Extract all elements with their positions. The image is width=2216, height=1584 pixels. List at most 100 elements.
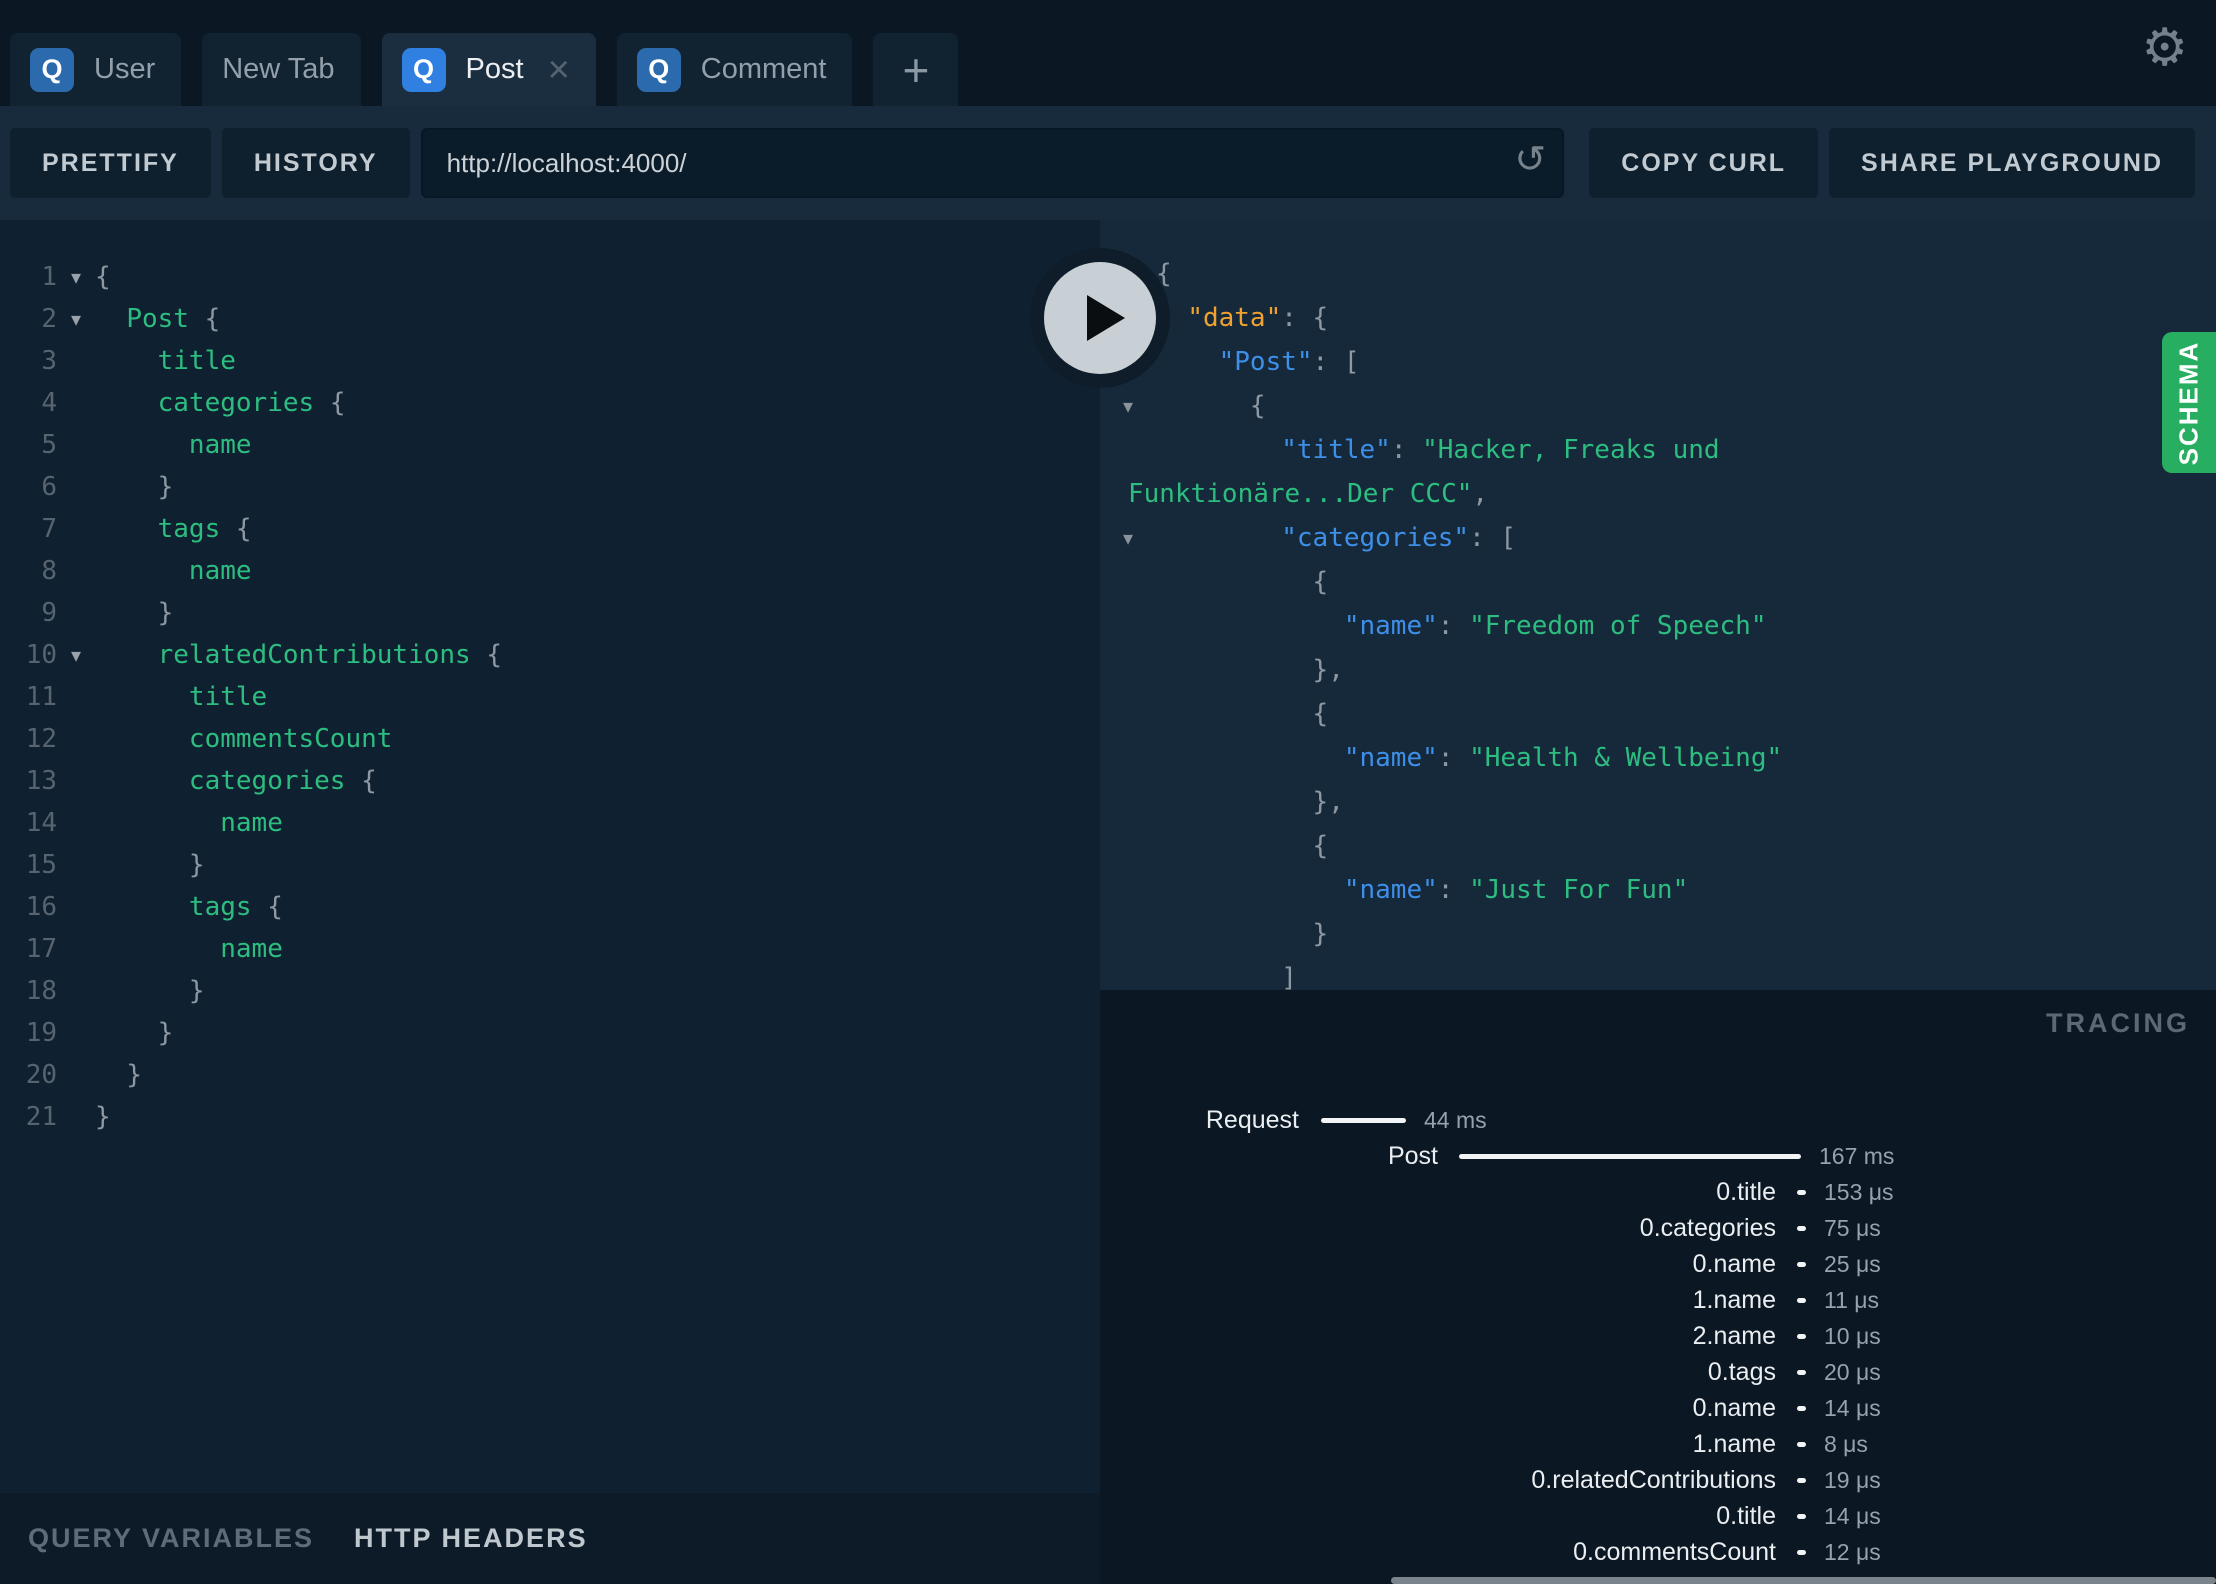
tracing-bar bbox=[1797, 1477, 1806, 1483]
code-text: name bbox=[188, 430, 252, 460]
editor-line: 14 name bbox=[0, 802, 1100, 844]
tracing-label: 0.name bbox=[1692, 1393, 1776, 1422]
code-text: Post { bbox=[126, 304, 221, 334]
endpoint-url-input[interactable] bbox=[420, 128, 1565, 198]
code-text: relatedContributions { bbox=[157, 640, 503, 670]
query-badge-icon: Q bbox=[636, 47, 681, 92]
line-number: 16 bbox=[25, 892, 57, 922]
schema-side-tab[interactable]: SCHEMA bbox=[2162, 332, 2216, 473]
editor-footer: QUERY VARIABLES HTTP HEADERS bbox=[0, 1493, 1100, 1584]
reload-icon[interactable]: ↺ bbox=[1514, 140, 1546, 178]
editor-line: 4 categories { bbox=[0, 382, 1100, 424]
fold-gutter bbox=[57, 886, 95, 928]
fold-gutter bbox=[1100, 428, 1156, 472]
copy-curl-button[interactable]: COPY CURL bbox=[1589, 128, 1819, 198]
editor-line: 2 ▾ Post { bbox=[0, 298, 1100, 340]
code-text: ] bbox=[1281, 963, 1297, 990]
code-text: name bbox=[220, 934, 283, 964]
http-headers-tab[interactable]: HTTP HEADERS bbox=[354, 1523, 588, 1554]
line-number: 13 bbox=[25, 766, 57, 796]
line-number: 5 bbox=[41, 430, 57, 460]
fold-gutter bbox=[57, 508, 95, 550]
tracing-time: 75 μs bbox=[1824, 1214, 1881, 1241]
settings-gear-icon[interactable]: ⚙ bbox=[2141, 22, 2188, 74]
execute-query-button[interactable] bbox=[1030, 248, 1170, 388]
tracing-label: 1.name bbox=[1692, 1285, 1776, 1314]
editor-line: 17 name bbox=[0, 928, 1100, 970]
tracing-horizontal-scrollbar[interactable] bbox=[1391, 1577, 2216, 1584]
response-line: ▾ "data": { bbox=[1100, 296, 2216, 340]
code-text: { bbox=[95, 262, 111, 292]
query-variables-tab[interactable]: QUERY VARIABLES bbox=[28, 1523, 314, 1554]
tab-user[interactable]: Q User bbox=[10, 33, 182, 106]
line-number: 2 bbox=[41, 304, 57, 334]
editor-line: 15 } bbox=[0, 844, 1100, 886]
tracing-bar bbox=[1797, 1549, 1806, 1555]
response-line: ▾ "Post": [ bbox=[1100, 340, 2216, 384]
fold-gutter bbox=[1100, 868, 1156, 912]
tracing-time: 25 μs bbox=[1824, 1250, 1881, 1277]
tracing-time: 167 ms bbox=[1819, 1142, 1895, 1169]
code-text: { bbox=[1312, 699, 1329, 729]
play-icon bbox=[1044, 262, 1156, 374]
fold-gutter bbox=[1100, 780, 1156, 824]
tab-new-tab[interactable]: New Tab bbox=[202, 33, 361, 106]
close-tab-icon[interactable]: × bbox=[548, 51, 570, 89]
line-number: 15 bbox=[25, 850, 57, 880]
editor-line: 6 } bbox=[0, 466, 1100, 508]
fold-arrow-icon[interactable]: ▾ bbox=[1100, 516, 1156, 560]
graphql-playground-window: Q User New Tab Q Post × Q Comment + ⚙ PRETTIFY … bbox=[0, 0, 2216, 1584]
tracing-title: TRACING bbox=[2046, 1008, 2190, 1038]
editor-line: 9 } bbox=[0, 592, 1100, 634]
line-number: 1 bbox=[41, 262, 57, 292]
new-tab-button[interactable]: + bbox=[873, 33, 959, 106]
fold-gutter bbox=[57, 592, 95, 634]
response-line: ▾ "categories": [ bbox=[1100, 516, 2216, 560]
fold-gutter bbox=[1100, 956, 1156, 990]
prettify-button[interactable]: PRETTIFY bbox=[10, 128, 211, 198]
response-line: "title": "Hacker, Freaks und bbox=[1100, 428, 2216, 472]
fold-arrow-icon[interactable]: ▾ bbox=[1100, 384, 1156, 428]
tracing-bar bbox=[1797, 1369, 1806, 1375]
response-line: { bbox=[1100, 692, 2216, 736]
tab-post[interactable]: Q Post × bbox=[381, 33, 596, 106]
query-editor[interactable]: 1 ▾{2 ▾ Post {3 title 4 categories {5 name 6… bbox=[0, 220, 1100, 1493]
code-text: "data": { bbox=[1187, 303, 1329, 333]
code-text: name bbox=[188, 556, 252, 586]
tab-label: User bbox=[94, 53, 156, 85]
line-number: 12 bbox=[25, 724, 57, 754]
fold-arrow-icon[interactable]: ▾ bbox=[57, 298, 95, 340]
response-line: "name": "Just For Fun" bbox=[1100, 868, 2216, 912]
tracing-row: 0.relatedContributions 19 μs bbox=[1100, 1462, 2216, 1498]
fold-arrow-icon[interactable]: ▾ bbox=[57, 634, 95, 676]
editor-line: 3 title bbox=[0, 340, 1100, 382]
history-button[interactable]: HISTORY bbox=[221, 128, 410, 198]
tab-strip: Q User New Tab Q Post × Q Comment + bbox=[10, 33, 979, 106]
line-number: 18 bbox=[25, 976, 57, 1006]
tracing-label: 0.title bbox=[1716, 1501, 1776, 1530]
code-text: categories { bbox=[188, 766, 377, 796]
editor-line: 5 name bbox=[0, 424, 1100, 466]
editor-line: 21} bbox=[0, 1096, 1100, 1138]
tracing-time: 14 μs bbox=[1824, 1502, 1881, 1529]
tracing-label: 1.name bbox=[1692, 1429, 1776, 1458]
fold-gutter bbox=[57, 466, 95, 508]
tracing-bar bbox=[1797, 1189, 1806, 1195]
tracing-row: 0.tags 20 μs bbox=[1100, 1354, 2216, 1390]
code-text: } bbox=[188, 850, 205, 880]
fold-arrow-icon[interactable]: ▾ bbox=[57, 256, 95, 298]
fold-gutter bbox=[1100, 912, 1156, 956]
tracing-time: 153 μs bbox=[1824, 1178, 1894, 1205]
fold-gutter bbox=[57, 1096, 95, 1138]
tab-label: Post bbox=[465, 53, 524, 85]
line-number: 8 bbox=[41, 556, 57, 586]
code-text: }, bbox=[1312, 787, 1344, 817]
tab-comment[interactable]: Q Comment bbox=[616, 33, 853, 106]
share-playground-button[interactable]: SHARE PLAYGROUND bbox=[1829, 128, 2195, 198]
response-line: }, bbox=[1100, 780, 2216, 824]
tracing-row: 1.name 8 μs bbox=[1100, 1426, 2216, 1462]
line-number: 19 bbox=[25, 1018, 57, 1048]
tracing-panel: TRACING Request 44 ms Post 167 ms 0.title 153… bbox=[1100, 990, 2216, 1584]
code-text: } bbox=[157, 598, 174, 628]
fold-gutter bbox=[1100, 560, 1156, 604]
